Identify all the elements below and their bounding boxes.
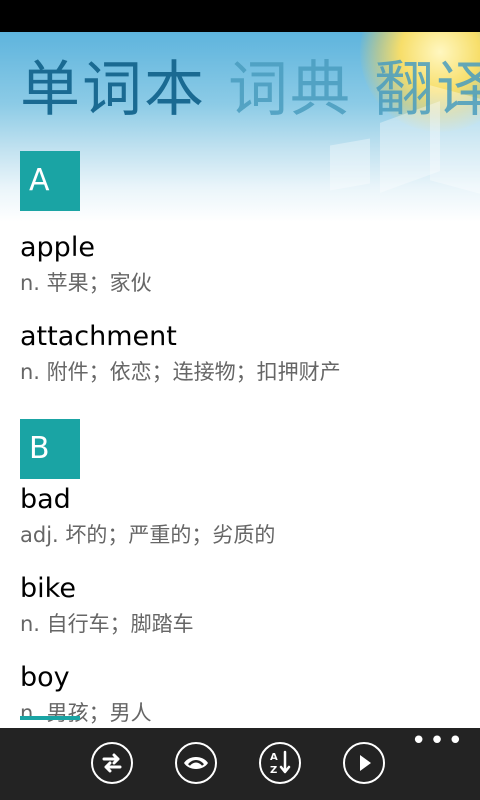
view-button[interactable]: [175, 742, 217, 784]
tab-dictionary[interactable]: 词典: [228, 55, 352, 125]
definition: n. 自行车；脚踏车: [20, 612, 194, 636]
app-bar: A Z •••: [0, 728, 480, 800]
definition: n. 男孩；男人: [20, 701, 152, 725]
list-item[interactable]: attachment n. 附件；依恋；连接物；扣押财产: [20, 316, 480, 405]
svg-text:Z: Z: [270, 765, 277, 776]
word: bike: [20, 573, 76, 604]
group-header-partial: [20, 716, 80, 720]
group-header-b[interactable]: B: [20, 419, 80, 479]
list-item[interactable]: bike n. 自行车；脚踏车: [20, 568, 480, 657]
definition: n. 附件；依恋；连接物；扣押财产: [20, 360, 341, 384]
view-icon: [184, 757, 208, 769]
swap-button[interactable]: [91, 742, 133, 784]
status-bar: [0, 0, 480, 32]
word-list: A apple n. 苹果；家伙 attachment n. 附件；依恋；连接物…: [20, 151, 480, 746]
svg-text:A: A: [270, 752, 278, 763]
list-item[interactable]: bad adj. 坏的；严重的；劣质的: [20, 479, 480, 568]
play-button[interactable]: [343, 742, 385, 784]
word: bad: [20, 484, 71, 515]
tab-wordbook[interactable]: 单词本: [20, 55, 206, 125]
definition: adj. 坏的；严重的；劣质的: [20, 523, 276, 547]
word: boy: [20, 662, 70, 693]
play-icon: [360, 755, 371, 771]
swap-icon: [102, 753, 122, 773]
tab-translate[interactable]: 翻译: [374, 55, 480, 125]
more-button[interactable]: •••: [411, 728, 466, 754]
list-item[interactable]: apple n. 苹果；家伙: [20, 227, 480, 316]
word: apple: [20, 232, 95, 263]
pivot-header: 单词本 词典 翻译: [20, 50, 480, 130]
definition: n. 苹果；家伙: [20, 271, 152, 295]
sort-az-icon: A Z: [270, 750, 291, 776]
group-header-a[interactable]: A: [20, 151, 80, 211]
word: attachment: [20, 321, 177, 352]
sort-button[interactable]: A Z: [259, 742, 301, 784]
